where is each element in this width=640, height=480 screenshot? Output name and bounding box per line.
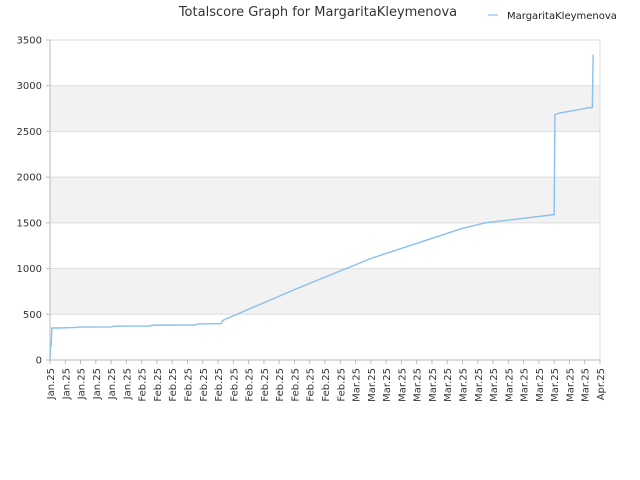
x-tick-label: Mar.25 [367, 368, 378, 402]
x-tick-label: Feb.25 [229, 368, 240, 402]
band [50, 85, 600, 132]
x-tick-label: Feb.25 [260, 368, 271, 402]
x-tick-label: Mar.25 [459, 368, 470, 402]
x-tick-label: Mar.25 [428, 368, 439, 402]
x-tick-label: Feb.25 [336, 368, 347, 402]
x-tick-label: Feb.25 [321, 368, 332, 402]
y-tick-label: 500 [23, 310, 42, 321]
x-tick-label: Mar.25 [443, 368, 454, 402]
x-tick-label: Mar.25 [413, 368, 424, 402]
y-tick-label: 3000 [17, 81, 42, 92]
legend-label: MargaritaKleymenova [507, 11, 617, 22]
x-tick-label: Feb.25 [275, 368, 286, 402]
y-tick-label: 0 [36, 356, 42, 367]
y-tick-label: 2000 [17, 173, 42, 184]
x-tick-label: Mar.25 [504, 368, 515, 402]
x-tick-label: Mar.25 [520, 368, 531, 402]
x-tick-label: Jan.25 [46, 368, 57, 400]
x-tick-label: Mar.25 [397, 368, 408, 402]
y-tick-label: 1000 [17, 264, 42, 275]
y-tick-label: 2500 [17, 127, 42, 138]
x-tick-label: Feb.25 [168, 368, 179, 402]
y-axis-ticks: 0 500 1000 1500 2000 2500 3000 3500 [17, 36, 50, 367]
legend: MargaritaKleymenova [488, 11, 617, 22]
x-tick-label: Mar.25 [352, 368, 363, 402]
x-tick-label: Feb.25 [184, 368, 195, 402]
band [50, 177, 600, 223]
x-tick-label: Feb.25 [214, 368, 225, 402]
x-tick-label: Jan.25 [122, 368, 133, 400]
x-tick-label: Jan.25 [61, 368, 72, 400]
x-tick-label: Mar.25 [565, 368, 576, 402]
y-tick-label: 1500 [17, 218, 42, 229]
x-tick-label: Apr.25 [596, 368, 607, 400]
x-tick-label: Mar.25 [535, 368, 546, 402]
x-axis-ticks: Jan.25 Jan.25 Jan.25 Jan.25 Jan.25 Jan.25 Feb.… [46, 360, 607, 402]
chart-title: Totalscore Graph for MargaritaKleymenova [178, 5, 457, 20]
x-tick-label: Feb.25 [290, 368, 301, 402]
background-bands [50, 85, 600, 315]
x-tick-label: Mar.25 [581, 368, 592, 402]
y-tick-label: 3500 [17, 36, 42, 47]
x-tick-label: Feb.25 [138, 368, 149, 402]
x-tick-label: Feb.25 [153, 368, 164, 402]
chart: 0500100015002000250030003500 Jan.25 Jan.2… [17, 5, 617, 402]
x-tick-label: Mar.25 [382, 368, 393, 402]
x-tick-label: Feb.25 [199, 368, 210, 402]
x-tick-label: Mar.25 [489, 368, 500, 402]
x-tick-label: Mar.25 [474, 368, 485, 402]
x-tick-label: Jan.25 [107, 368, 118, 400]
x-tick-label: Feb.25 [306, 368, 317, 402]
x-tick-label: Jan.25 [92, 368, 103, 400]
x-tick-label: Mar.25 [550, 368, 561, 402]
band [50, 268, 600, 315]
x-tick-label: Feb.25 [245, 368, 256, 402]
x-tick-label: Jan.25 [77, 368, 88, 400]
